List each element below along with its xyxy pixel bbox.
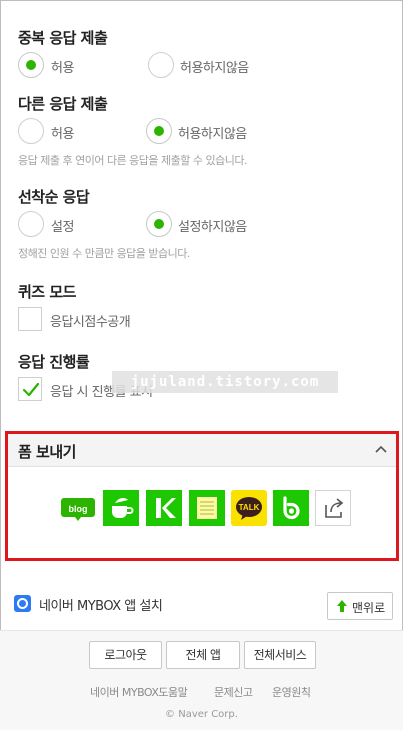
naver-band-icon[interactable] <box>273 490 309 526</box>
first-come-set-label: 설정 <box>51 220 74 235</box>
watermark: jujuland.tistory.com <box>112 371 338 393</box>
kakaotalk-icon[interactable]: TALK <box>231 490 267 526</box>
first-come-unset-radio[interactable] <box>146 211 172 237</box>
all-apps-button[interactable]: 전체 앱 <box>166 641 240 669</box>
duplicate-allow-label: 허용 <box>51 61 74 76</box>
quiz-score-checkbox[interactable] <box>18 307 42 331</box>
first-come-set-radio[interactable] <box>18 211 44 237</box>
svg-text:TALK: TALK <box>239 503 260 512</box>
progress-display-checkbox[interactable] <box>18 377 42 401</box>
duplicate-disallow-label: 허용하지않음 <box>180 61 249 76</box>
share-header[interactable]: 폼 보내기 <box>8 434 396 467</box>
copyright: © Naver Corp. <box>165 709 238 720</box>
share-panel: 폼 보내기 blog TALK <box>5 431 399 561</box>
different-allow-label: 허용 <box>51 127 74 142</box>
check-icon <box>22 382 40 397</box>
mybox-help-link[interactable]: 네이버 MYBOX도움말 <box>90 684 188 700</box>
different-disallow-radio[interactable] <box>146 118 172 144</box>
external-share-icon[interactable] <box>315 490 351 526</box>
naver-keep-icon[interactable] <box>146 490 182 526</box>
first-come-unset-label: 설정하지않음 <box>178 220 247 235</box>
svg-text:blog: blog <box>69 504 88 514</box>
share-title: 폼 보내기 <box>18 443 76 461</box>
all-services-button[interactable]: 전체서비스 <box>244 641 316 669</box>
different-disallow-label: 허용하지않음 <box>178 127 247 142</box>
quiz-score-label: 응답시점수공개 <box>50 315 131 330</box>
different-response-title: 다른 응답 제출 <box>18 95 108 113</box>
different-response-help: 응답 제출 후 연이어 다른 응답을 제출할 수 있습니다. <box>18 154 248 167</box>
scroll-top-button[interactable]: 맨위로 <box>327 592 393 620</box>
mybox-install-label: 네이버 MYBOX 앱 설치 <box>39 599 163 614</box>
duplicate-disallow-radio[interactable] <box>148 52 174 78</box>
scroll-top-label: 맨위로 <box>352 601 386 615</box>
report-problem-link[interactable]: 문제신고 <box>214 684 253 700</box>
duplicate-allow-radio[interactable] <box>18 52 44 78</box>
duplicate-response-title: 중복 응답 제출 <box>18 29 108 47</box>
mybox-app-icon <box>14 595 31 612</box>
first-come-help: 정해진 인원 수 만큼만 응답을 받습니다. <box>18 247 190 260</box>
chevron-up-icon[interactable] <box>374 443 388 455</box>
naver-blog-icon[interactable]: blog <box>60 490 96 526</box>
naver-cafe-icon[interactable] <box>103 490 139 526</box>
arrow-up-icon <box>337 600 347 612</box>
quiz-mode-title: 퀴즈 모드 <box>18 283 76 301</box>
progress-title: 응답 진행률 <box>18 353 90 371</box>
different-allow-radio[interactable] <box>18 118 44 144</box>
logout-button[interactable]: 로그아웃 <box>89 641 162 669</box>
naver-memo-icon[interactable] <box>189 490 225 526</box>
operation-policy-link[interactable]: 운영원칙 <box>272 684 311 700</box>
first-come-title: 선착순 응답 <box>18 188 90 206</box>
